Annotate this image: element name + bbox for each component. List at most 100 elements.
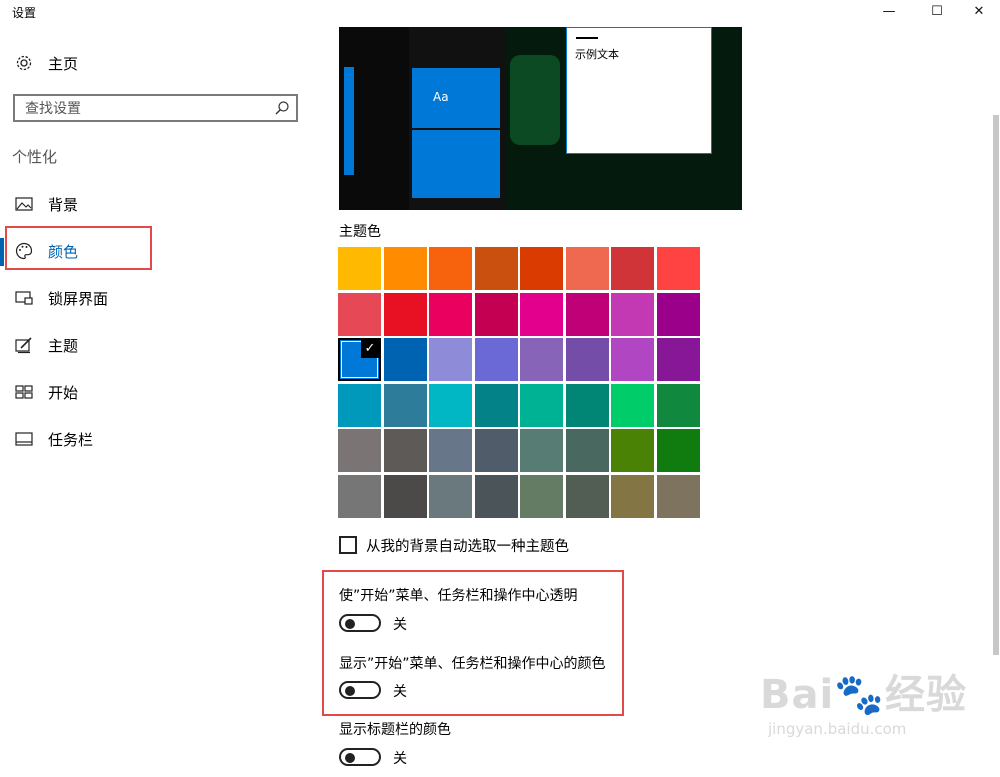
accent-color-swatch[interactable] xyxy=(656,247,700,290)
watermark-brand: Bai xyxy=(760,672,835,718)
accent-color-swatch[interactable] xyxy=(611,383,654,427)
sidebar-item-themes[interactable]: 主题 xyxy=(14,330,78,360)
auto-pick-checkbox[interactable] xyxy=(339,536,357,554)
accent-color-swatch[interactable] xyxy=(656,338,700,381)
maximize-button[interactable]: ☐ xyxy=(914,0,960,24)
accent-color-swatch[interactable] xyxy=(474,474,518,518)
sidebar-item-label: 背景 xyxy=(48,195,79,214)
show-color-title-toggle[interactable] xyxy=(339,748,381,766)
accent-color-swatch[interactable] xyxy=(565,429,609,472)
accent-color-swatch[interactable] xyxy=(383,338,427,381)
highlight-box xyxy=(322,570,624,716)
preview-tile-large: Aa xyxy=(412,68,500,128)
accent-color-swatch[interactable] xyxy=(656,474,700,518)
watermark: Bai🐾经验 jingyan.baidu.com xyxy=(760,662,980,762)
sidebar-item-label: 开始 xyxy=(48,383,79,402)
sidebar-item-label: 主题 xyxy=(48,336,79,355)
preview-tile-text: Aa xyxy=(433,90,449,104)
accent-color-swatch[interactable] xyxy=(429,292,472,336)
search-input[interactable] xyxy=(15,96,277,122)
accent-color-swatch[interactable] xyxy=(611,292,654,336)
sidebar-item-label: 锁屏界面 xyxy=(48,289,109,308)
sidebar-item-label: 主页 xyxy=(48,54,79,73)
search-icon[interactable] xyxy=(274,100,290,120)
preview-window: 示例文本 xyxy=(566,27,712,154)
highlight-box xyxy=(5,226,152,270)
accent-color-swatch[interactable] xyxy=(429,383,472,427)
accent-color-swatch[interactable] xyxy=(656,429,700,472)
checkmark-icon: ✓ xyxy=(361,340,379,358)
sidebar-item-taskbar[interactable]: 任务栏 xyxy=(14,424,93,454)
auto-pick-label: 从我的背景自动选取一种主题色 xyxy=(366,539,569,555)
accent-color-swatch[interactable] xyxy=(656,292,700,336)
accent-color-swatch[interactable] xyxy=(520,247,563,290)
preview-start-menu: Aa xyxy=(409,27,506,210)
accent-color-swatch[interactable] xyxy=(520,338,563,381)
accent-color-swatch[interactable] xyxy=(474,292,518,336)
accent-color-swatch[interactable] xyxy=(338,429,381,472)
accent-color-swatch[interactable] xyxy=(429,474,472,518)
accent-color-swatch[interactable] xyxy=(565,474,609,518)
lock-screen-icon xyxy=(14,288,34,308)
accent-color-swatch[interactable] xyxy=(338,383,381,427)
accent-color-heading: 主题色 xyxy=(339,224,381,240)
accent-color-swatch[interactable] xyxy=(429,247,472,290)
accent-color-swatch[interactable] xyxy=(565,338,609,381)
watermark-brand-suffix: 经验 xyxy=(885,672,968,718)
accent-color-swatch[interactable] xyxy=(611,474,654,518)
preview-start-rail xyxy=(339,27,409,210)
picture-icon xyxy=(14,194,34,214)
accent-color-swatch[interactable] xyxy=(429,429,472,472)
sidebar-item-lock-screen[interactable]: 锁屏界面 xyxy=(14,283,108,313)
watermark-url: jingyan.baidu.com xyxy=(768,720,907,738)
sidebar-item-background[interactable]: 背景 xyxy=(14,189,78,219)
accent-color-swatch[interactable] xyxy=(520,474,563,518)
accent-color-swatch[interactable] xyxy=(474,429,518,472)
accent-color-swatch[interactable] xyxy=(338,474,381,518)
start-icon xyxy=(14,382,34,402)
accent-color-swatch[interactable] xyxy=(383,429,427,472)
sidebar-item-label: 任务栏 xyxy=(48,430,94,449)
search-box[interactable] xyxy=(13,94,298,122)
accent-color-swatch[interactable] xyxy=(520,383,563,427)
title-bar: 设置 — ☐ ✕ xyxy=(0,0,1000,26)
accent-color-swatch[interactable] xyxy=(520,292,563,336)
accent-color-swatch[interactable] xyxy=(383,292,427,336)
show-color-title-state: 关 xyxy=(393,751,407,767)
accent-color-swatch[interactable] xyxy=(565,383,609,427)
accent-color-swatch[interactable] xyxy=(474,247,518,290)
accent-color-swatch[interactable]: ✓ xyxy=(338,338,381,381)
accent-color-swatch[interactable] xyxy=(565,292,609,336)
preview-tile-group xyxy=(412,130,500,198)
show-color-title-label: 显示标题栏的颜色 xyxy=(339,722,451,738)
accent-color-swatch[interactable] xyxy=(383,383,427,427)
accent-color-swatch[interactable] xyxy=(520,429,563,472)
accent-color-swatch[interactable] xyxy=(429,338,472,381)
toggle-knob xyxy=(345,753,355,763)
accent-color-swatch[interactable] xyxy=(338,247,381,290)
theme-icon xyxy=(14,335,34,355)
window-title: 设置 xyxy=(12,6,37,20)
accent-color-swatch[interactable] xyxy=(383,474,427,518)
accent-color-swatch[interactable] xyxy=(611,429,654,472)
accent-color-swatch[interactable] xyxy=(474,383,518,427)
minimize-button[interactable]: — xyxy=(866,0,912,24)
section-label: 个性化 xyxy=(12,148,58,166)
preview-sample-text: 示例文本 xyxy=(575,48,619,61)
accent-color-swatch[interactable] xyxy=(338,292,381,336)
scrollbar-thumb[interactable] xyxy=(993,115,999,655)
sidebar-item-home[interactable]: 主页 xyxy=(14,48,78,78)
sidebar-item-start[interactable]: 开始 xyxy=(14,377,78,407)
accent-color-grid: ✓ xyxy=(337,246,701,519)
gear-icon xyxy=(14,53,34,73)
active-indicator xyxy=(0,238,4,266)
close-button[interactable]: ✕ xyxy=(956,0,1000,24)
accent-color-swatch[interactable] xyxy=(565,247,609,290)
paw-icon: 🐾 xyxy=(834,672,886,718)
taskbar-icon xyxy=(14,429,34,449)
accent-color-swatch[interactable] xyxy=(611,338,654,381)
accent-color-swatch[interactable] xyxy=(474,338,518,381)
accent-color-swatch[interactable] xyxy=(383,247,427,290)
accent-color-swatch[interactable] xyxy=(656,383,700,427)
accent-color-swatch[interactable] xyxy=(611,247,654,290)
